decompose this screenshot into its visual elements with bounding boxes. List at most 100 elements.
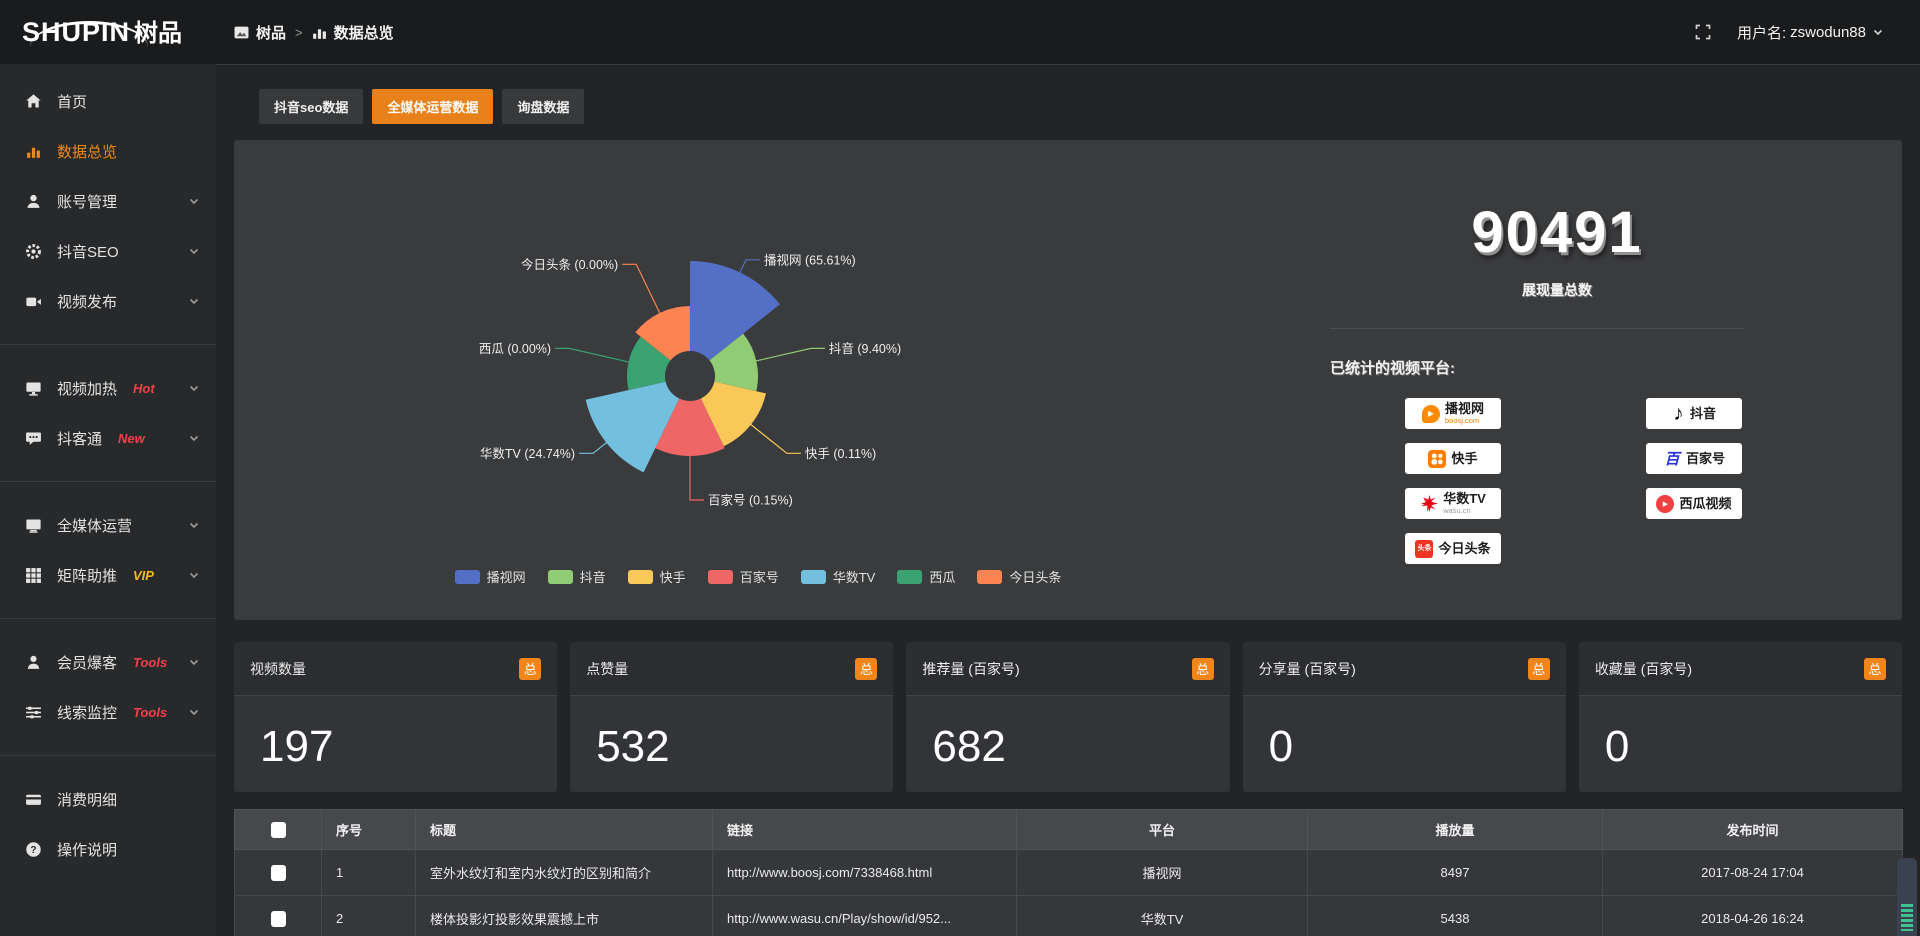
sidebar-item-video-heat[interactable]: 视频加热Hot [0, 363, 216, 413]
sidebar-item-video-publish[interactable]: 视频发布 [0, 276, 216, 326]
gear-icon [25, 243, 42, 260]
platform-sub: wasu.cn [1443, 507, 1471, 515]
cell-time: 2017-08-24 17:04 [1603, 850, 1903, 896]
sidebar-item-data-overview[interactable]: 数据总览 [0, 126, 216, 176]
sidebar-item-home[interactable]: 首页 [0, 76, 216, 126]
platform-badge-grid: ▶播视网boosj.com♪抖音快手百百家号华数TVwasu.cn▶西瓜视频头条… [1405, 398, 1832, 564]
legend-item-百家号[interactable]: 百家号 [708, 567, 779, 586]
pie-label-line [740, 260, 761, 274]
stat-card-label: 点赞量 [586, 659, 628, 679]
chat-icon [25, 430, 42, 447]
pie-slice-华数TV[interactable] [586, 382, 680, 473]
cell-seq: 2 [322, 896, 416, 936]
sidebar-item-media-ops[interactable]: 全媒体运营 [0, 500, 216, 550]
chevron-down-icon [188, 195, 200, 207]
stat-card-value: 197 [234, 696, 557, 772]
tab-inquiry-data[interactable]: 询盘数据 [502, 89, 584, 124]
platform-name: 西瓜视频 [1679, 497, 1731, 510]
pie-label-西瓜: 西瓜 (0.00%) [479, 342, 551, 356]
sidebar-item-badge: Tools [133, 705, 167, 720]
sidebar-item-matrix-boost[interactable]: 矩阵助推 VIP [0, 550, 216, 600]
sidebar-item-label: 账号管理 [57, 191, 117, 212]
breadcrumb-root[interactable]: 树品 [256, 22, 286, 43]
xigua-logo: ▶ [1656, 495, 1674, 513]
chevron-down-icon [188, 382, 200, 394]
sidebar-item-member-baoke[interactable]: 会员爆客Tools [0, 637, 216, 687]
platform-name: 华数TV [1443, 492, 1486, 505]
sidebar-item-badge: Hot [133, 381, 155, 396]
select-all-checkbox[interactable] [271, 822, 286, 838]
tab-media-ops-data[interactable]: 全媒体运营数据 [372, 89, 493, 124]
sidebar-item-douketong[interactable]: 抖客通New [0, 413, 216, 463]
data-tabs: 抖音seo数据全媒体运营数据询盘数据 [259, 89, 1902, 124]
legend-item-西瓜[interactable]: 西瓜 [897, 567, 955, 586]
wasu-logo [1420, 495, 1438, 513]
stat-card-value: 682 [906, 696, 1229, 772]
total-badge[interactable]: 总 [519, 658, 541, 680]
pie-label-line [622, 264, 660, 314]
total-badge[interactable]: 总 [1864, 658, 1886, 680]
total-badge[interactable]: 总 [1192, 658, 1214, 680]
boosj-logo: ▶ [1422, 405, 1440, 423]
cell-link[interactable]: http://www.wasu.cn/Play/show/id/952... [713, 896, 1017, 936]
legend-item-播视网[interactable]: 播视网 [455, 567, 526, 586]
fullscreen-icon[interactable] [1695, 24, 1711, 40]
legend-swatch [455, 570, 480, 584]
bar-chart-mini-icon [312, 25, 327, 40]
legend-item-华数TV[interactable]: 华数TV [801, 567, 876, 586]
legend-swatch [548, 570, 573, 584]
sidebar-item-consume-detail[interactable]: 消费明细 [0, 774, 216, 824]
stat-card-label: 收藏量 (百家号) [1595, 659, 1692, 679]
total-badge[interactable]: 总 [855, 658, 877, 680]
legend-item-快手[interactable]: 快手 [628, 567, 686, 586]
breadcrumb-current: 数据总览 [334, 22, 394, 43]
platform-name: 抖音 [1690, 407, 1716, 420]
platform-name: 百家号 [1686, 452, 1725, 465]
sidebar-item-account-manage[interactable]: 账号管理 [0, 176, 216, 226]
platform-badge-wasu: 华数TV wasu.cn [1405, 488, 1501, 519]
sidebar-item-label: 会员爆客 [57, 652, 117, 673]
sidebar-item-label: 首页 [57, 91, 87, 112]
stat-card-like-count: 点赞量总532 [570, 642, 893, 792]
pie-label-华数TV: 华数TV (24.74%) [480, 446, 575, 461]
sidebar-item-label: 视频发布 [57, 291, 117, 312]
pie-label-line [690, 455, 704, 500]
cell-plays: 5438 [1308, 896, 1603, 936]
tab-douyin-seo-data[interactable]: 抖音seo数据 [259, 89, 363, 124]
floating-widget[interactable] [1897, 858, 1917, 936]
row-checkbox[interactable] [271, 865, 286, 881]
sidebar-item-label: 消费明细 [57, 789, 117, 810]
legend-label: 快手 [660, 567, 686, 586]
sidebar-item-clue-monitor[interactable]: 线索监控 Tools [0, 687, 216, 737]
row-checkbox[interactable] [271, 911, 286, 927]
chevron-down-icon [188, 656, 200, 668]
sidebar-item-badge: VIP [133, 568, 154, 583]
stat-card-share-count: 分享量 (百家号)总0 [1243, 642, 1566, 792]
table-header-title: 标题 [416, 810, 713, 850]
sidebar-item-help[interactable]: ?操作说明 [0, 824, 216, 874]
sidebar-item-label: 矩阵助推 [57, 565, 117, 586]
platform-badge-bjh: 百百家号 [1646, 443, 1742, 474]
table-header-seq: 序号 [322, 810, 416, 850]
bar-chart-icon [25, 143, 42, 160]
sidebar-item-label: 线索监控 [57, 702, 117, 723]
platform-badge-toutiao: 头条今日头条 [1405, 533, 1501, 564]
username: zswodun88 [1790, 24, 1866, 41]
pie-label-播视网: 播视网 (65.61%) [764, 252, 856, 267]
person-icon [25, 654, 42, 671]
platform-sub: boosj.com [1445, 417, 1479, 425]
home-icon [25, 93, 42, 110]
cell-link[interactable]: http://www.boosj.com/7338468.html [713, 850, 1017, 896]
stat-card-recommend-count: 推荐量 (百家号)总682 [906, 642, 1229, 792]
legend-item-今日头条[interactable]: 今日头条 [977, 567, 1061, 586]
sidebar-item-douyin-seo[interactable]: 抖音SEO [0, 226, 216, 276]
total-badge[interactable]: 总 [1528, 658, 1550, 680]
chevron-down-icon [1872, 26, 1884, 38]
cell-select [235, 896, 322, 936]
legend-item-抖音[interactable]: 抖音 [548, 567, 606, 586]
cell-title[interactable]: 楼体投影灯投影效果震撼上市 [416, 896, 713, 936]
chevron-down-icon [188, 295, 200, 307]
user-menu[interactable]: 用户名: zswodun88 [1737, 22, 1884, 43]
kuaishou-logo [1428, 450, 1446, 468]
cell-title[interactable]: 室外水纹灯和室内水纹灯的区别和简介 [416, 850, 713, 896]
